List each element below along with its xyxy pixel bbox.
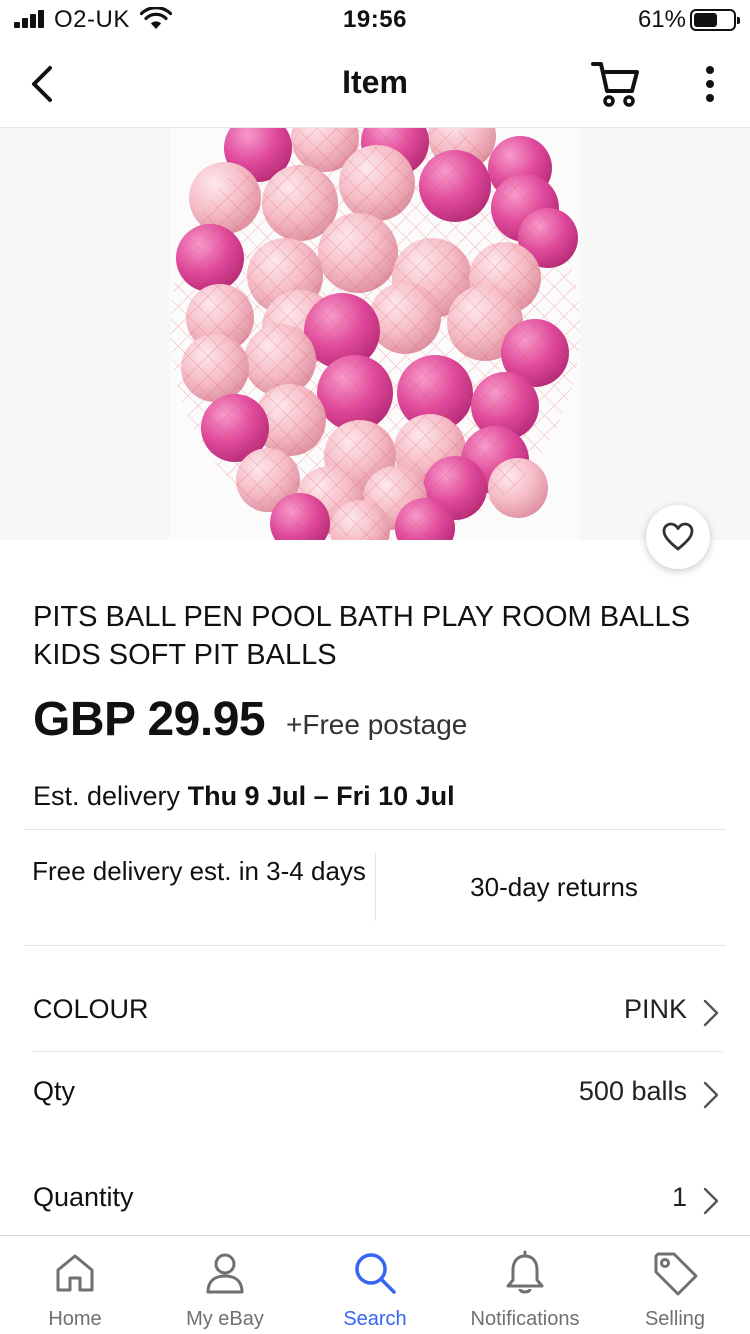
qty-value: 500 balls bbox=[578, 1076, 687, 1106]
tab-bar: Home My eBay Search Notifications Sellin… bbox=[0, 1235, 750, 1334]
battery-percent: 61% bbox=[637, 6, 686, 33]
watch-button[interactable] bbox=[646, 505, 710, 569]
heart-icon bbox=[662, 522, 694, 551]
chevron-right-icon bbox=[703, 1187, 719, 1215]
home-icon bbox=[56, 1254, 94, 1292]
estimated-delivery: Est. delivery Thu 9 Jul – Fri 10 Jul bbox=[33, 781, 455, 812]
tab-notifications-label: Notifications bbox=[470, 1308, 580, 1330]
item-price: GBP 29.95 bbox=[33, 693, 266, 746]
returns-info: 30-day returns bbox=[470, 872, 638, 902]
quantity-label: Quantity bbox=[33, 1182, 134, 1212]
postage-info: +Free postage bbox=[286, 709, 468, 740]
chevron-right-icon bbox=[703, 1081, 719, 1109]
battery-icon bbox=[690, 9, 740, 31]
free-delivery-info: Free delivery est. in 3-4 days bbox=[32, 856, 366, 886]
more-vertical-icon[interactable] bbox=[694, 62, 726, 106]
tab-my-ebay-label: My eBay bbox=[186, 1308, 264, 1330]
divider bbox=[24, 829, 726, 830]
tab-search-label: Search bbox=[343, 1308, 407, 1330]
tab-notifications[interactable]: Notifications bbox=[450, 1236, 600, 1334]
ball-pit-balls-image bbox=[170, 128, 580, 540]
colour-row[interactable]: COLOUR PINK bbox=[33, 994, 723, 1034]
qty-label: Qty bbox=[33, 1076, 76, 1106]
person-icon bbox=[206, 1253, 244, 1294]
tab-my-ebay[interactable]: My eBay bbox=[150, 1236, 300, 1334]
item-title: PITS BALL PEN POOL BATH PLAY ROOM BALLS … bbox=[33, 601, 691, 671]
delivery-label: Est. delivery bbox=[33, 781, 181, 811]
nav-bar: Item bbox=[0, 40, 750, 128]
bell-icon bbox=[506, 1250, 544, 1294]
quantity-value: 1 bbox=[671, 1182, 687, 1212]
delivery-dates: Thu 9 Jul – Fri 10 Jul bbox=[187, 781, 455, 811]
tab-selling-label: Selling bbox=[644, 1308, 706, 1330]
battery-level bbox=[694, 13, 717, 27]
tab-home[interactable]: Home bbox=[0, 1236, 150, 1334]
cart-icon[interactable] bbox=[590, 58, 642, 110]
tab-search[interactable]: Search bbox=[300, 1236, 450, 1334]
colour-label: COLOUR bbox=[33, 994, 149, 1024]
search-icon bbox=[355, 1253, 396, 1294]
tag-icon bbox=[654, 1252, 698, 1296]
divider bbox=[33, 1051, 723, 1052]
tab-selling[interactable]: Selling bbox=[600, 1236, 750, 1334]
product-image[interactable] bbox=[0, 128, 750, 540]
status-bar: O2-UK 19:56 61% bbox=[0, 0, 750, 40]
colour-value: PINK bbox=[623, 994, 687, 1024]
chevron-right-icon bbox=[703, 999, 719, 1027]
quantity-row[interactable]: Quantity 1 bbox=[33, 1182, 723, 1222]
qty-row[interactable]: Qty 500 balls bbox=[33, 1076, 723, 1116]
tab-home-label: Home bbox=[48, 1308, 102, 1330]
divider bbox=[24, 945, 726, 946]
